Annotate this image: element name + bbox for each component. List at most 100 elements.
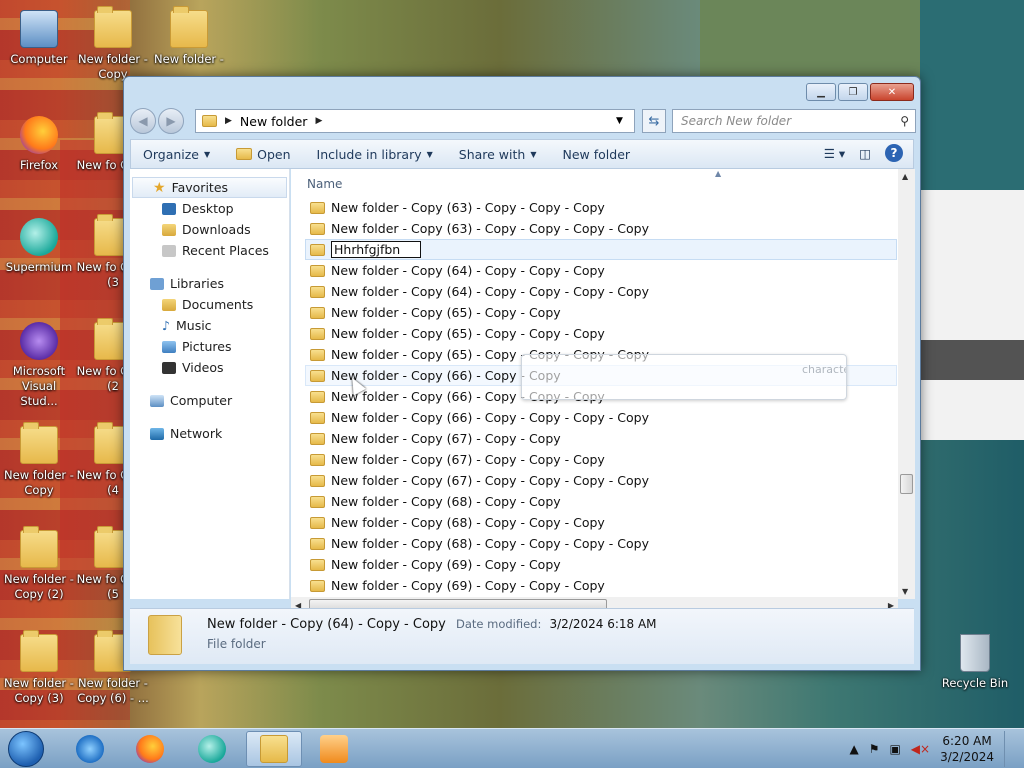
- search-placeholder: Search New folder: [681, 114, 792, 128]
- list-item[interactable]: New folder - Copy (67) - Copy - Copy: [305, 428, 897, 449]
- file-name: New folder - Copy (68) - Copy - Copy - C…: [331, 515, 605, 530]
- new-folder-label: New folder: [562, 146, 631, 162]
- list-item[interactable]: New folder - Copy (66) - Copy - Copy - C…: [305, 407, 897, 428]
- taskbar: ▲ ⚑ ▣ ◀× 6:20 AM 3/2/2024: [0, 728, 1024, 768]
- list-item[interactable]: New folder - Copy (64) - Copy - Copy - C…: [305, 281, 897, 302]
- share-with-button[interactable]: Share with ▼: [459, 147, 537, 162]
- list-item[interactable]: New folder - Copy (68) - Copy - Copy: [305, 491, 897, 512]
- list-item-renaming[interactable]: Hhrhfgjfbn: [305, 239, 897, 260]
- search-icon[interactable]: ⚲: [900, 114, 909, 128]
- help-icon[interactable]: ?: [885, 144, 903, 162]
- new-folder-button[interactable]: New folder: [563, 147, 631, 162]
- desktop-icon-label: Supermium: [5, 260, 73, 274]
- network-icon[interactable]: ▣: [889, 742, 900, 756]
- list-item[interactable]: New folder - Copy (68) - Copy - Copy - C…: [305, 533, 897, 554]
- nav-favorites[interactable]: ★ Favorites: [132, 177, 287, 198]
- forward-button[interactable]: ▶: [158, 108, 184, 134]
- folder-icon: [310, 264, 325, 277]
- desktop-icon-label: New folder - Copy: [4, 468, 74, 497]
- folder-icon: [310, 474, 325, 487]
- volume-muted-icon[interactable]: ◀×: [911, 742, 930, 756]
- chevron-down-icon: ▼: [530, 149, 537, 159]
- list-item[interactable]: New folder - Copy (67) - Copy - Copy - C…: [305, 470, 897, 491]
- desktop-icon-folder[interactable]: New folder -: [152, 6, 226, 67]
- folder-icon: [310, 453, 325, 466]
- taskbar-firefox[interactable]: [122, 731, 178, 767]
- scroll-thumb[interactable]: [900, 474, 913, 494]
- list-item[interactable]: New folder - Copy (69) - Copy - Copy - C…: [305, 575, 897, 596]
- list-item[interactable]: New folder - Copy (63) - Copy - Copy - C…: [305, 197, 897, 218]
- open-button[interactable]: Open: [236, 147, 291, 162]
- vertical-scrollbar[interactable]: ▲ ▼: [898, 169, 915, 599]
- list-item[interactable]: New folder - Copy (65) - Copy - Copy: [305, 302, 897, 323]
- change-view-icon[interactable]: ☰ ▾: [824, 146, 845, 161]
- back-button[interactable]: ◀: [130, 108, 156, 134]
- preview-pane-icon[interactable]: ◫: [859, 146, 871, 161]
- details-date-value: 3/2/2024 6:18 AM: [549, 617, 657, 631]
- desktop-icon-folder[interactable]: New folder - Copy: [2, 422, 76, 498]
- explorer-window[interactable]: ▁ ❐ ✕ ◀ ▶ ▶ New folder ▶ ▼ ⇆ Search New …: [123, 76, 921, 671]
- column-header-name[interactable]: Name: [307, 177, 342, 191]
- desktop-icon-folder[interactable]: New folder - Copy (2): [2, 526, 76, 602]
- show-desktop-button[interactable]: [1004, 731, 1016, 767]
- title-bar[interactable]: ▁ ❐ ✕: [124, 77, 920, 105]
- nav-documents[interactable]: Documents: [130, 294, 289, 315]
- details-name: New folder - Copy (64) - Copy - Copy Dat…: [207, 617, 657, 632]
- nav-videos[interactable]: Videos: [130, 357, 289, 378]
- nav-pictures[interactable]: Pictures: [130, 336, 289, 357]
- breadcrumb-segment[interactable]: New folder: [240, 114, 308, 129]
- nav-computer[interactable]: Computer: [130, 390, 289, 411]
- list-item[interactable]: New folder - Copy (64) - Copy - Copy - C…: [305, 260, 897, 281]
- desktop-icon-recycle-bin[interactable]: Recycle Bin: [938, 634, 1012, 691]
- show-hidden-icons-icon[interactable]: ▲: [849, 742, 858, 756]
- nav-label: Recent Places: [182, 243, 269, 258]
- close-button[interactable]: ✕: [870, 83, 914, 101]
- taskbar-supermium[interactable]: [184, 731, 240, 767]
- nav-label: Videos: [182, 360, 224, 375]
- nav-recent-places[interactable]: Recent Places: [130, 240, 289, 261]
- nav-network[interactable]: Network: [130, 423, 289, 444]
- rename-input[interactable]: Hhrhfgjfbn: [331, 241, 421, 258]
- list-item[interactable]: New folder - Copy (68) - Copy - Copy - C…: [305, 512, 897, 533]
- star-icon: ★: [153, 179, 166, 196]
- nav-libraries[interactable]: Libraries: [130, 273, 289, 294]
- nav-label: Network: [170, 426, 223, 441]
- desktop-icon-folder[interactable]: New folder - Copy (3): [2, 630, 76, 706]
- folder-icon: [310, 369, 325, 382]
- nav-downloads[interactable]: Downloads: [130, 219, 289, 240]
- clock[interactable]: 6:20 AM 3/2/2024: [940, 733, 994, 765]
- network-icon: [150, 427, 164, 440]
- desktop-icon-computer[interactable]: Computer: [2, 10, 76, 67]
- scroll-up-icon[interactable]: ▲: [902, 172, 908, 181]
- action-center-flag-icon[interactable]: ⚑: [869, 742, 880, 756]
- media-player-icon: [320, 735, 348, 763]
- folder-icon: [310, 201, 325, 214]
- list-item[interactable]: New folder - Copy (63) - Copy - Copy - C…: [305, 218, 897, 239]
- chevron-right-icon[interactable]: ▶: [225, 116, 232, 126]
- file-list-pane[interactable]: Name ▲ New folder - Copy (63) - Copy - C…: [291, 169, 915, 599]
- organize-button[interactable]: Organize ▼: [143, 147, 210, 162]
- list-item[interactable]: New folder - Copy (65) - Copy - Copy - C…: [305, 323, 897, 344]
- list-item[interactable]: New folder - Copy (69) - Copy - Copy: [305, 554, 897, 575]
- restore-button[interactable]: ❐: [838, 83, 868, 101]
- desktop-icon-supermium[interactable]: Supermium: [2, 218, 76, 275]
- desktop-icon-folder[interactable]: New folder - Copy: [76, 6, 150, 82]
- address-bar[interactable]: ▶ New folder ▶ ▼: [195, 109, 635, 133]
- desktop-icon-firefox[interactable]: Firefox: [2, 116, 76, 173]
- taskbar-media-player[interactable]: [306, 731, 362, 767]
- chevron-right-icon[interactable]: ▶: [315, 116, 322, 126]
- start-button[interactable]: [8, 731, 44, 767]
- nav-desktop[interactable]: Desktop: [130, 198, 289, 219]
- file-name: New folder - Copy (65) - Copy - Copy: [331, 305, 561, 320]
- include-in-library-button[interactable]: Include in library ▼: [317, 147, 433, 162]
- minimize-button[interactable]: ▁: [806, 83, 836, 101]
- nav-music[interactable]: ♪ Music: [130, 315, 289, 336]
- taskbar-internet-explorer[interactable]: [62, 731, 118, 767]
- search-input[interactable]: Search New folder ⚲: [672, 109, 916, 133]
- list-item[interactable]: New folder - Copy (67) - Copy - Copy - C…: [305, 449, 897, 470]
- scroll-down-icon[interactable]: ▼: [902, 587, 908, 596]
- refresh-button[interactable]: ⇆: [642, 109, 666, 133]
- desktop-icon-visual-studio[interactable]: Microsoft Visual Stud...: [2, 322, 76, 409]
- taskbar-explorer[interactable]: [246, 731, 302, 767]
- chevron-down-icon[interactable]: ▼: [616, 116, 623, 126]
